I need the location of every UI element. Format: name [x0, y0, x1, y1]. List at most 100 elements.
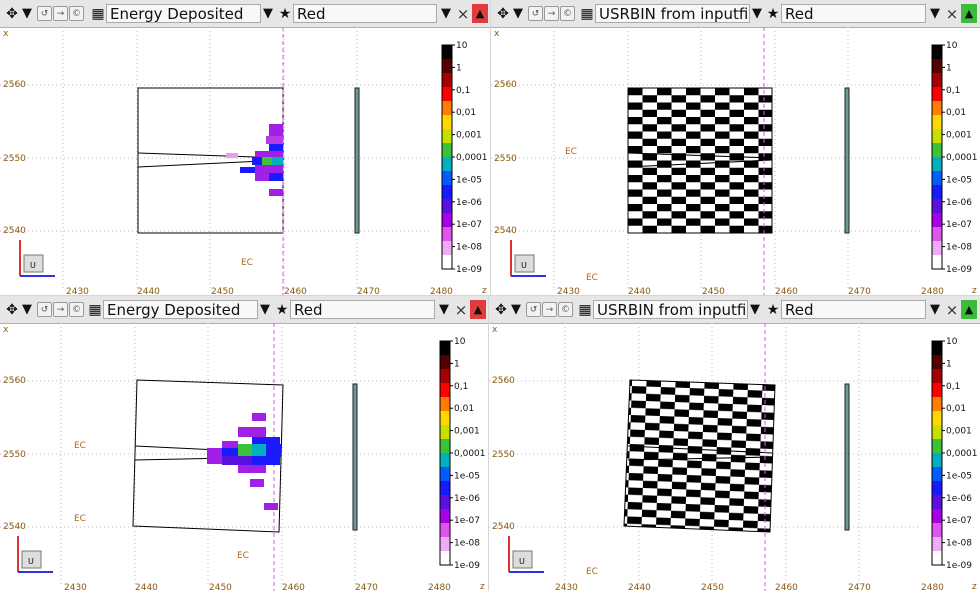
- colorbar-label: 0,1: [456, 86, 470, 96]
- chevron-down-icon[interactable]: ▼: [261, 4, 275, 23]
- plot-canvas[interactable]: x 2560 2550 2540 2430 2440 2450 2460 247…: [0, 323, 488, 591]
- energy-deposit: [207, 413, 281, 510]
- colorbar-swatch: [440, 383, 450, 398]
- colorbar-label: 0,001: [456, 131, 482, 141]
- chevron-down-icon[interactable]: ▼: [439, 4, 453, 23]
- field-select[interactable]: USRBIN from inputfil: [593, 300, 748, 319]
- chevron-down-icon[interactable]: ▼: [512, 4, 524, 23]
- colorbar-swatch: [932, 227, 942, 242]
- y-tick: 2560: [492, 376, 515, 386]
- forward-icon[interactable]: →: [544, 6, 559, 21]
- forward-icon[interactable]: →: [53, 302, 68, 317]
- viewport-bottom-left[interactable]: ✥ ▼ ↺ → © ▦ Energy Deposited ▼ ★ Red ▼ ×…: [0, 296, 488, 591]
- plot-area[interactable]: x 2560 2550 2540 2430 2440 2450 2460 247…: [489, 323, 980, 591]
- viewport-toolbar: ✥ ▼ ↺ → © ▦ USRBIN from inputfil ▼ ★ Red…: [491, 0, 980, 28]
- ec-label: EC: [565, 147, 577, 157]
- chevron-down-icon[interactable]: ▼: [928, 300, 942, 319]
- plot-area[interactable]: x 2560 2550 2540 2430 2440 2450 2460 247…: [491, 27, 980, 295]
- forward-icon[interactable]: →: [542, 302, 557, 317]
- refresh-icon[interactable]: ↺: [37, 6, 52, 21]
- gizmo-label: U: [519, 557, 525, 566]
- colorbar-swatch: [440, 537, 450, 552]
- star-icon[interactable]: ★: [277, 4, 293, 23]
- gizmo-label: U: [28, 557, 34, 566]
- move-icon[interactable]: ✥: [4, 300, 20, 319]
- star-icon[interactable]: ★: [765, 4, 781, 23]
- absorber-plate: [844, 383, 850, 531]
- plot-canvas[interactable]: x 2560 2550 2540 2430 2440 2450 2460 247…: [491, 27, 980, 295]
- colorbar-label: 1e-07: [946, 220, 972, 230]
- colorbar-label: 0,01: [946, 404, 966, 414]
- chevron-down-icon[interactable]: ▼: [437, 300, 451, 319]
- ec-label: EC: [74, 441, 86, 451]
- colorbar-swatch: [440, 509, 450, 524]
- field-select[interactable]: Energy Deposited: [103, 300, 258, 319]
- colorbar-swatch: [932, 157, 942, 172]
- y-tick: 2540: [492, 522, 515, 532]
- colorbar-swatch: [932, 509, 942, 524]
- y-tick: 2550: [3, 154, 26, 164]
- x-axis-letter: x: [3, 325, 9, 335]
- warning-icon[interactable]: ▲: [470, 300, 486, 319]
- plot-canvas[interactable]: x 2560 2550 2540 2430 2440 2450 2460 247…: [0, 27, 490, 295]
- refresh-icon[interactable]: ↺: [37, 302, 52, 317]
- colorbar-swatch: [442, 255, 452, 270]
- chevron-down-icon[interactable]: ▼: [750, 4, 764, 23]
- gizmo-label: U: [30, 261, 36, 270]
- chevron-down-icon[interactable]: ▼: [21, 4, 33, 23]
- colorbar-swatch: [932, 59, 942, 74]
- field-select[interactable]: USRBIN from inputfil: [595, 4, 750, 23]
- chevron-down-icon[interactable]: ▼: [510, 300, 522, 319]
- x-tick: 2450: [702, 287, 725, 295]
- viewport-top-left[interactable]: ✥ ▼ ↺ → © ▦ Energy Deposited ▼ ★ Red ▼ ×…: [0, 0, 490, 295]
- close-icon[interactable]: ×: [945, 4, 959, 23]
- forward-icon[interactable]: →: [53, 6, 68, 21]
- viewport-bottom-right[interactable]: ✥ ▼ ↺ → © ▦ USRBIN from inputfil ▼ ★ Red…: [489, 296, 980, 591]
- plot-canvas[interactable]: x 2560 2550 2540 2430 2440 2450 2460 247…: [489, 323, 980, 591]
- chevron-down-icon[interactable]: ▼: [258, 300, 272, 319]
- colorbar-label: 1e-09: [946, 561, 972, 571]
- viewport-toolbar: ✥ ▼ ↺ → © ▦ USRBIN from inputfil ▼ ★ Red…: [489, 296, 980, 324]
- usrbin-checkerboard: [623, 379, 776, 533]
- field-select[interactable]: Energy Deposited: [106, 4, 261, 23]
- absorber-plate: [352, 383, 358, 531]
- move-icon[interactable]: ✥: [4, 4, 20, 23]
- energy-deposit: [226, 124, 283, 196]
- warning-icon[interactable]: ▲: [961, 300, 977, 319]
- y-tick: 2550: [494, 154, 517, 164]
- move-icon[interactable]: ✥: [495, 4, 511, 23]
- chevron-down-icon[interactable]: ▼: [928, 4, 942, 23]
- star-icon[interactable]: ★: [274, 300, 290, 319]
- warning-icon[interactable]: ▲: [472, 4, 488, 23]
- plot-area[interactable]: x 2560 2550 2540 2430 2440 2450 2460 247…: [0, 323, 488, 591]
- chevron-down-icon[interactable]: ▼: [748, 300, 762, 319]
- palette-select[interactable]: Red: [290, 300, 435, 319]
- palette-select[interactable]: Red: [781, 300, 926, 319]
- x-tick: 2480: [428, 583, 451, 591]
- colorbar-label: 1e-06: [946, 198, 972, 208]
- colorbar-swatch: [932, 143, 942, 158]
- refresh-icon[interactable]: ↺: [528, 6, 543, 21]
- colorbar-swatch: [932, 551, 942, 566]
- palette-select[interactable]: Red: [293, 4, 437, 23]
- plot-area[interactable]: x 2560 2550 2540 2430 2440 2450 2460 247…: [0, 27, 490, 295]
- colorbar-label: 0,001: [454, 427, 480, 437]
- close-icon[interactable]: ×: [454, 300, 468, 319]
- x-tick: 2460: [282, 583, 305, 591]
- copy-icon[interactable]: ©: [69, 6, 84, 21]
- copy-icon[interactable]: ©: [69, 302, 84, 317]
- close-icon[interactable]: ×: [456, 4, 470, 23]
- star-icon[interactable]: ★: [765, 300, 781, 319]
- move-icon[interactable]: ✥: [493, 300, 509, 319]
- refresh-icon[interactable]: ↺: [526, 302, 541, 317]
- palette-select[interactable]: Red: [781, 4, 926, 23]
- colorbar-swatch: [932, 453, 942, 468]
- warning-icon[interactable]: ▲: [961, 4, 977, 23]
- copy-icon[interactable]: ©: [558, 302, 573, 317]
- viewport-top-right[interactable]: ✥ ▼ ↺ → © ▦ USRBIN from inputfil ▼ ★ Red…: [491, 0, 980, 295]
- y-tick: 2550: [3, 450, 26, 460]
- close-icon[interactable]: ×: [945, 300, 959, 319]
- chevron-down-icon[interactable]: ▼: [21, 300, 33, 319]
- copy-icon[interactable]: ©: [560, 6, 575, 21]
- colorbar-label: 1e-09: [454, 561, 480, 571]
